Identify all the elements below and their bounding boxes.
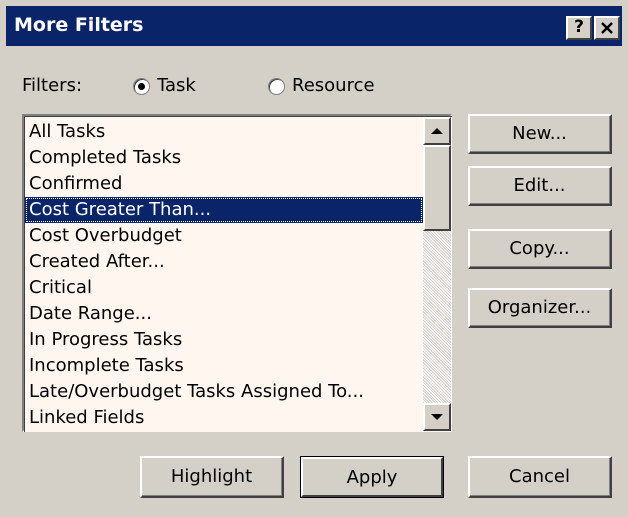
help-button[interactable]: ? [566, 16, 592, 40]
list-item[interactable]: Created After... [25, 249, 423, 275]
list-item[interactable]: Date Range... [25, 301, 423, 327]
arrow-up-icon [431, 128, 443, 134]
cancel-button-label: Cancel [509, 466, 570, 487]
close-button[interactable] [594, 16, 620, 40]
task-radio[interactable] [133, 78, 150, 95]
highlight-button-label: Highlight [170, 466, 253, 487]
scroll-thumb[interactable] [423, 145, 451, 231]
list-item[interactable]: Linked Fields [25, 405, 423, 431]
filters-label: Filters: [22, 75, 83, 96]
edit-button[interactable]: Edit... [468, 166, 612, 206]
title-bar[interactable]: More Filters ? [6, 6, 622, 46]
copy-button-label: Copy... [509, 238, 570, 259]
resource-radio-label[interactable]: Resource [292, 75, 375, 96]
arrow-down-icon [431, 414, 443, 420]
window-title: More Filters [14, 14, 144, 36]
list-item[interactable]: Completed Tasks [25, 145, 423, 171]
edit-button-label: Edit... [513, 175, 566, 196]
scroll-down-button[interactable] [423, 403, 451, 431]
list-item[interactable]: Critical [25, 275, 423, 301]
apply-button-label: Apply [346, 466, 398, 488]
cancel-button[interactable]: Cancel [468, 456, 612, 498]
copy-button[interactable]: Copy... [468, 229, 612, 269]
more-filters-dialog: More Filters ? Filters: Task Resource Al… [0, 0, 628, 517]
organizer-button-label: Organizer... [487, 297, 592, 318]
task-radio-label[interactable]: Task [157, 75, 196, 96]
list-item[interactable]: Incomplete Tasks [25, 353, 423, 379]
list-item[interactable]: All Tasks [25, 119, 423, 145]
list-item[interactable]: Cost Greater Than... [25, 197, 423, 223]
new-button-label: New... [512, 123, 567, 144]
radio-selected-dot [138, 83, 145, 90]
list-item[interactable]: Late/Overbudget Tasks Assigned To... [25, 379, 423, 405]
list-item[interactable]: In Progress Tasks [25, 327, 423, 353]
organizer-button[interactable]: Organizer... [468, 288, 612, 328]
filter-list[interactable]: All Tasks Completed Tasks Confirmed Cost Gr… [25, 119, 423, 431]
new-button[interactable]: New... [468, 114, 612, 154]
scroll-up-button[interactable] [423, 117, 451, 145]
resource-radio[interactable] [268, 78, 285, 95]
list-item[interactable]: Confirmed [25, 171, 423, 197]
apply-button[interactable]: Apply [300, 456, 444, 498]
list-item[interactable]: Cost Overbudget [25, 223, 423, 249]
filter-listbox[interactable]: All Tasks Completed Tasks Confirmed Cost Gr… [22, 114, 452, 432]
highlight-button[interactable]: Highlight [140, 456, 284, 498]
vertical-scrollbar[interactable] [423, 117, 451, 431]
close-icon [601, 22, 613, 34]
